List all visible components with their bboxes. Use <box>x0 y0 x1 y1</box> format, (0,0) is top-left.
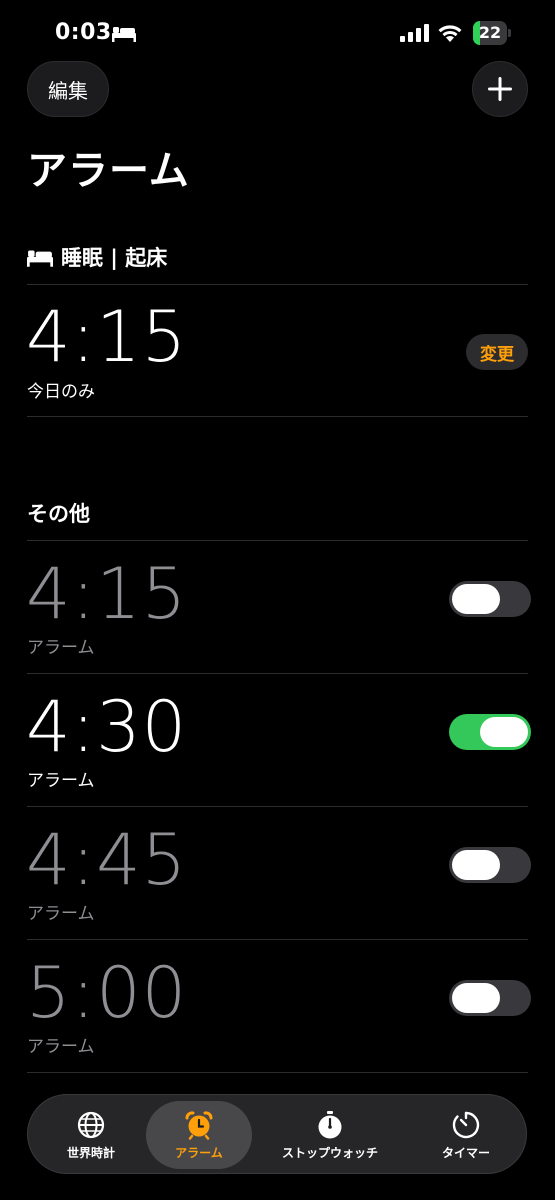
plus-icon <box>488 77 512 101</box>
tab-alarm[interactable]: アラーム <box>146 1101 252 1169</box>
change-sleep-button[interactable]: 変更 <box>466 334 528 370</box>
globe-icon <box>77 1111 105 1138</box>
tab-label: 世界時計 <box>66 1145 115 1160</box>
bed-icon <box>27 250 53 267</box>
battery-percent: 22 <box>478 23 502 42</box>
toggle-knob <box>452 850 500 880</box>
cellular-signal-icon <box>400 24 429 42</box>
alarm-label: アラーム <box>27 1037 95 1057</box>
alarm-label: アラーム <box>27 904 95 924</box>
alarm-label: アラーム <box>27 771 95 791</box>
toggle-knob <box>452 983 500 1013</box>
battery-cap <box>508 29 511 37</box>
divider <box>27 416 528 417</box>
battery-body: 22 <box>473 21 507 45</box>
wifi-icon <box>438 25 462 42</box>
alarm-time: 4:30 <box>26 686 188 768</box>
other-section-header: その他 <box>27 498 90 528</box>
alarm-row[interactable]: 4:30 アラーム <box>0 674 555 807</box>
alarm-row[interactable]: 4:15 アラーム <box>0 541 555 674</box>
timer-icon <box>452 1111 480 1138</box>
add-alarm-button[interactable] <box>472 61 528 117</box>
toggle-knob <box>452 584 500 614</box>
divider <box>27 284 528 285</box>
tab-label: タイマー <box>441 1145 490 1160</box>
alarm-time: 5:00 <box>26 952 188 1034</box>
tab-stopwatch[interactable]: ストップウォッチ <box>260 1101 400 1169</box>
toggle-knob <box>480 717 528 747</box>
alarm-label: アラーム <box>27 638 95 658</box>
alarm-toggle[interactable] <box>449 980 531 1016</box>
clock-app-screen: 0:03 22 編集 アラーム 睡眠 | 起床 4:15 今日のみ 変更 その他… <box>0 0 555 1200</box>
edit-button[interactable]: 編集 <box>27 61 109 117</box>
tab-world-clock[interactable]: 世界時計 <box>36 1101 146 1169</box>
battery-indicator: 22 <box>473 21 511 45</box>
alarm-toggle[interactable] <box>449 714 531 750</box>
stopwatch-icon <box>318 1110 342 1138</box>
tab-bar: 世界時計 アラーム ストップウォッチ タイマー <box>27 1094 527 1174</box>
sleep-alarm-subtitle: 今日のみ <box>27 382 95 402</box>
sleep-section-title: 睡眠 | 起床 <box>61 246 168 270</box>
alarm-row[interactable]: 5:00 アラーム <box>0 940 555 1073</box>
sleep-section-header: 睡眠 | 起床 <box>27 242 167 272</box>
tab-label: アラーム <box>175 1145 223 1160</box>
alarm-time: 4:15 <box>26 553 188 635</box>
tab-label: ストップウォッチ <box>281 1145 378 1160</box>
page-title: アラーム <box>27 148 190 194</box>
alarm-toggle[interactable] <box>449 581 531 617</box>
status-bar: 0:03 22 <box>0 0 555 68</box>
alarm-row[interactable]: 4:45 アラーム <box>0 807 555 940</box>
sleep-alarm-time[interactable]: 4:15 <box>26 296 187 378</box>
bed-icon <box>112 27 136 42</box>
divider <box>27 1072 528 1073</box>
alarm-toggle[interactable] <box>449 847 531 883</box>
alarm-time: 4:45 <box>26 819 188 901</box>
other-section-title: その他 <box>27 502 90 526</box>
tab-timer[interactable]: タイマー <box>412 1101 520 1169</box>
alarm-clock-icon <box>185 1110 213 1140</box>
status-time: 0:03 <box>55 20 112 45</box>
